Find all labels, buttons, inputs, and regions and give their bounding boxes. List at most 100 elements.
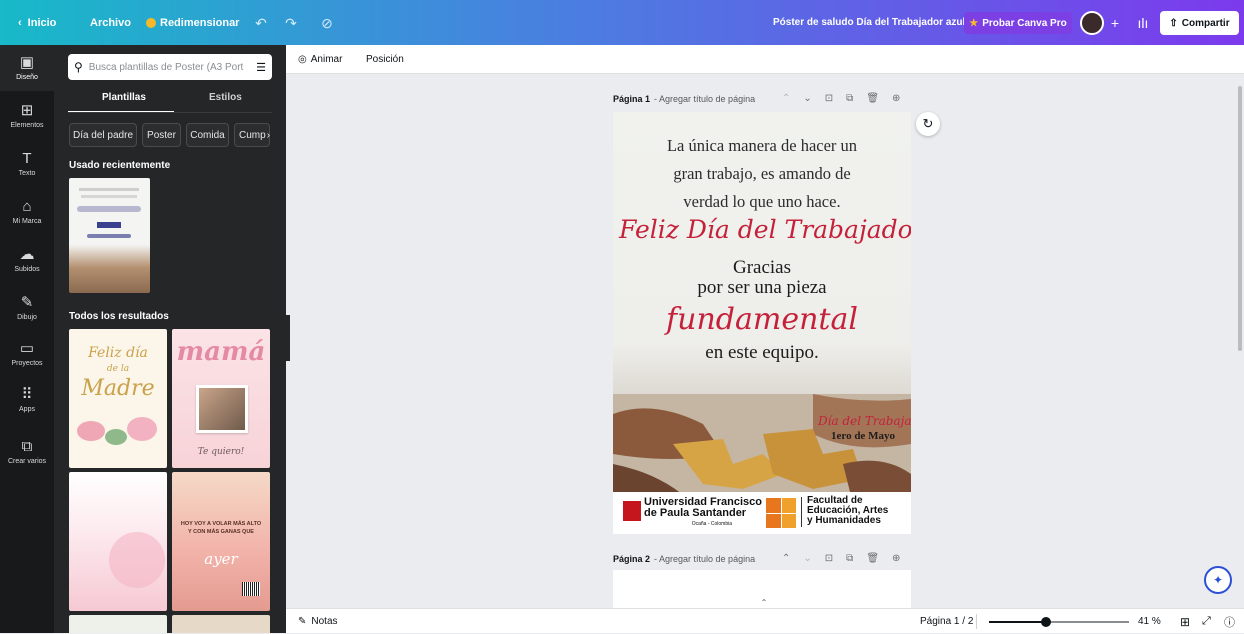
chip-fathers-day[interactable]: Día del padre [69, 123, 137, 147]
chevron-up-icon[interactable]: ⌃ [782, 553, 790, 564]
zoom-slider-fill [989, 621, 1046, 623]
page-counter[interactable]: Página 1 / 2 [920, 609, 973, 634]
rail-item-uploads[interactable]: ☁ Subidos [0, 237, 54, 283]
template-search-input[interactable]: ⚲ Busca plantillas de Poster (A3 Port ☰ [68, 54, 272, 80]
user-avatar[interactable] [1080, 11, 1104, 35]
undo-icon[interactable]: ↶ [250, 12, 272, 34]
show-pages-handle[interactable]: ⌃ [746, 598, 782, 608]
thanks-text[interactable]: Gracias [613, 257, 911, 279]
rail-label: Dibujo [17, 314, 37, 321]
fundamental-text[interactable]: fundamental [613, 302, 911, 337]
magic-assistant-icon[interactable]: ✦ [1204, 566, 1232, 594]
pen-icon: ✎ [20, 294, 34, 311]
template-title-text: Feliz día de la Madre [69, 345, 167, 401]
try-pro-label: Probar Canva Pro [982, 17, 1067, 29]
rail-item-bulk-create[interactable]: ⧉ Crear varios [0, 429, 54, 475]
rail-item-text[interactable]: T Texto [0, 141, 54, 187]
refresh-design-icon[interactable]: ↻ [916, 112, 940, 136]
page-2-header[interactable]: Página 2 - Agregar título de página [613, 554, 755, 564]
lock-icon[interactable]: ⊡ [825, 553, 833, 564]
date-text[interactable]: 1ero de Mayo [831, 430, 895, 442]
add-collaborator-icon[interactable]: + [1104, 12, 1126, 34]
delete-page-icon[interactable]: 🗑︎ [866, 93, 879, 104]
page-number-label: Página 2 [613, 554, 651, 564]
template-thumbnail[interactable] [69, 472, 167, 611]
footer-divider [801, 497, 802, 527]
chip-food[interactable]: Comida [186, 123, 229, 147]
chip-poster[interactable]: Poster [142, 123, 181, 147]
page-1-actions: ⌃ ⌄ ⊡ ⧉ 🗑︎ ⊕ [782, 93, 900, 104]
poster-page[interactable]: La única manera de hacer un gran trabajo… [613, 112, 911, 534]
rail-label: Elementos [10, 122, 44, 129]
add-page-title[interactable]: - Agregar título de página [654, 554, 755, 564]
share-label: Compartir [1181, 17, 1230, 29]
faculty-logo-icon [766, 498, 796, 528]
share-button[interactable]: ⇧ Compartir [1160, 11, 1239, 35]
chip-birthday[interactable]: Cump › [234, 123, 270, 147]
zoom-slider[interactable] [989, 617, 1129, 627]
filter-sliders-icon[interactable]: ☰ [256, 61, 266, 74]
rail-item-apps[interactable]: ⠿ Apps [0, 377, 54, 423]
small-script-title[interactable]: Día del Trabajador [818, 414, 911, 428]
template-thumbnail[interactable]: HOY VOY A VOLAR MÁS ALTO Y CON MÁS GANAS… [172, 472, 270, 611]
add-page-title[interactable]: - Agregar título de página [654, 94, 755, 104]
rail-item-draw[interactable]: ✎ Dibujo [0, 285, 54, 331]
template-thumbnail[interactable] [172, 615, 270, 633]
rail-item-projects[interactable]: ▭ Proyectos [0, 331, 54, 377]
redo-icon[interactable]: ↷ [280, 12, 302, 34]
rail-item-elements[interactable]: ⊞ Elementos [0, 93, 54, 139]
tab-styles[interactable]: Estilos [209, 92, 242, 103]
duplicate-page-icon[interactable]: ⧉ [846, 553, 853, 564]
chevron-down-icon[interactable]: ⌄ [803, 553, 811, 564]
rail-item-brand[interactable]: ⌂ Mi Marca [0, 189, 54, 235]
lock-icon[interactable]: ⊡ [825, 93, 833, 104]
rail-item-design[interactable]: ▣ Diseño [0, 45, 54, 91]
animate-button[interactable]: ◎ Animar [298, 45, 342, 74]
resize-button[interactable]: Redimensionar [146, 0, 239, 45]
page-1-header[interactable]: Página 1 - Agregar título de página [613, 94, 755, 104]
canvas-scrollbar[interactable] [1238, 86, 1242, 351]
add-page-icon[interactable]: ⊕ [892, 93, 900, 104]
delete-page-icon[interactable]: 🗑︎ [866, 553, 879, 564]
chevron-up-icon[interactable]: ⌃ [782, 93, 790, 104]
chevron-right-icon: › [266, 129, 271, 141]
analytics-icon[interactable]: ılı [1132, 12, 1154, 34]
file-menu-button[interactable]: Archivo [90, 0, 131, 45]
template-thumbnail[interactable] [69, 615, 167, 633]
script-title[interactable]: Feliz Día del Trabajador [619, 215, 911, 244]
template-thumbnail[interactable]: Feliz día de la Madre [69, 329, 167, 468]
template-thumbnail[interactable]: mamá Te quiero! [172, 329, 270, 468]
folder-icon: ▭ [19, 340, 35, 357]
document-title[interactable]: Póster de saludo Día del Trabajador azul [773, 0, 965, 45]
duplicate-page-icon[interactable]: ⧉ [846, 93, 853, 104]
team-text[interactable]: en este equipo. [613, 342, 911, 364]
rail-label: Texto [18, 170, 36, 177]
copy-stack-icon: ⧉ [21, 438, 33, 455]
rail-label: Diseño [16, 74, 38, 81]
editor-canvas[interactable]: Página 1 - Agregar título de página ⌃ ⌄ … [290, 74, 1240, 608]
back-home-button[interactable]: ‹ Inicio [18, 0, 56, 45]
notes-button[interactable]: ✎ Notas [298, 609, 338, 634]
try-pro-button[interactable]: ★ Probar Canva Pro [964, 12, 1072, 34]
help-icon[interactable]: ⓘ [1224, 609, 1235, 634]
fullscreen-icon[interactable]: ⤢ [1202, 609, 1211, 634]
tab-divider [68, 112, 272, 113]
poster-quote[interactable]: La única manera de hacer un gran trabajo… [613, 132, 911, 216]
recent-template-thumbnail[interactable] [69, 178, 150, 293]
piece-text[interactable]: por ser una pieza [613, 277, 911, 299]
position-button[interactable]: Posición [366, 45, 404, 74]
cloud-saved-icon[interactable]: ⊘ [316, 12, 338, 34]
zoom-percentage[interactable]: 41 % [1138, 609, 1161, 634]
star-icon: ★ [969, 17, 979, 29]
template-body-text: HOY VOY A VOLAR MÁS ALTO Y CON MÁS GANAS… [180, 521, 262, 535]
bottom-bar: ✎ Notas Página 1 / 2 41 % ⊞ ⤢ ⓘ [286, 608, 1244, 633]
chevron-down-icon[interactable]: ⌄ [803, 93, 811, 104]
animate-icon: ◎ [298, 54, 307, 65]
templates-panel: ⚲ Busca plantillas de Poster (A3 Port ☰ … [54, 45, 286, 633]
add-page-icon[interactable]: ⊕ [892, 553, 900, 564]
zoom-slider-handle[interactable] [1041, 617, 1051, 627]
poster-footer-logos[interactable]: Universidad Francisco de Paula Santander… [613, 492, 911, 534]
tab-templates[interactable]: Plantillas [102, 92, 146, 103]
grid-view-icon[interactable]: ⊞ [1180, 609, 1190, 634]
results-section-title: Todos los resultados [69, 311, 169, 322]
